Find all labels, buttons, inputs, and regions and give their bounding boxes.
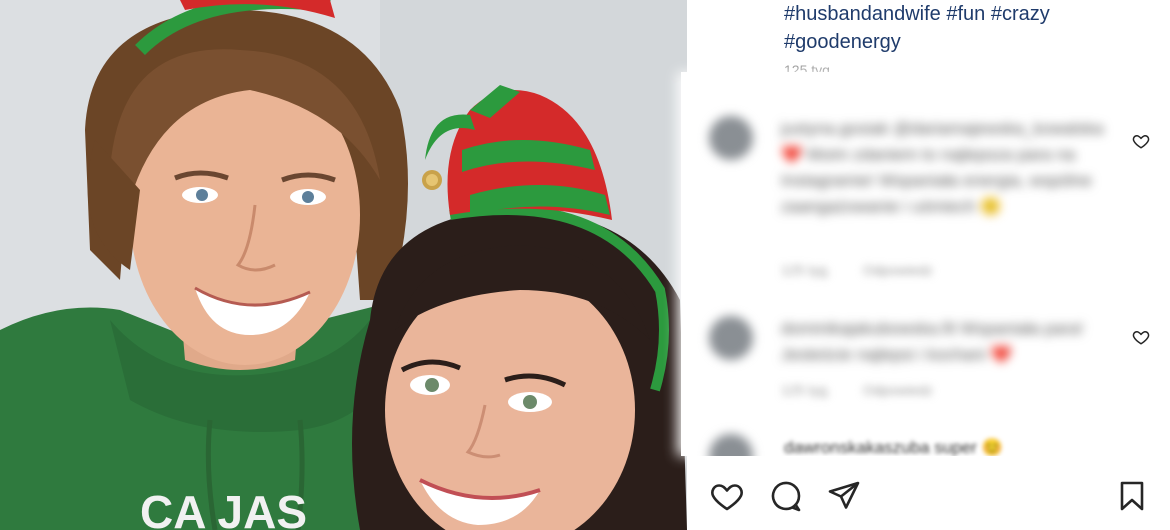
share-icon [828,481,860,509]
comment-button[interactable] [768,478,804,514]
comment-meta: 125 tyg. Odpowiedz [781,382,961,398]
post-side-panel: #husbandandwife #fun #crazy #goodenergy … [681,0,1170,530]
post-action-bar [687,456,1170,530]
post-photo[interactable]: CA JAS [0,0,687,530]
comment-meta: 125 tyg. Odpowiedz [781,262,961,278]
commenter-avatar[interactable] [709,434,753,456]
comment-like-heart-icon[interactable] [1132,328,1150,346]
save-button[interactable] [1114,478,1150,514]
bookmark-icon [1120,481,1144,511]
like-button[interactable] [709,478,745,514]
photo-illustration: CA JAS [0,0,687,530]
commenter-avatar[interactable] [709,116,753,160]
svg-text:CA JAS: CA JAS [140,486,307,530]
comment-time[interactable]: 125 tyg. [781,262,831,278]
caption-hashtags-line-1[interactable]: #husbandandwife #fun #crazy [784,0,1154,28]
reply-button[interactable]: Odpowiedz [863,262,933,278]
heart-icon [711,484,743,511]
share-button[interactable] [826,478,862,514]
post-caption: #husbandandwife #fun #crazy #goodenergy [784,0,1154,56]
reply-button[interactable]: Odpowiedz [863,382,933,398]
comment-time[interactable]: 125 tyg. [781,382,831,398]
caption-hashtags-line-2[interactable]: #goodenergy [784,28,1154,56]
comment-like-heart-icon[interactable] [1132,132,1150,150]
comment-text: justyna.gosiak @dariamajewska_kowalska ❤… [781,119,1104,216]
partial-comment-text: dawronskakaszuba super 😊 [784,438,1003,457]
comments-list[interactable]: justyna.gosiak @dariamajewska_kowalska ❤… [681,72,1170,456]
comment-text: dominikajakubowska.fit Wspaniała para! J… [781,319,1084,364]
comment-icon [771,481,801,512]
commenter-avatar[interactable] [709,316,753,360]
